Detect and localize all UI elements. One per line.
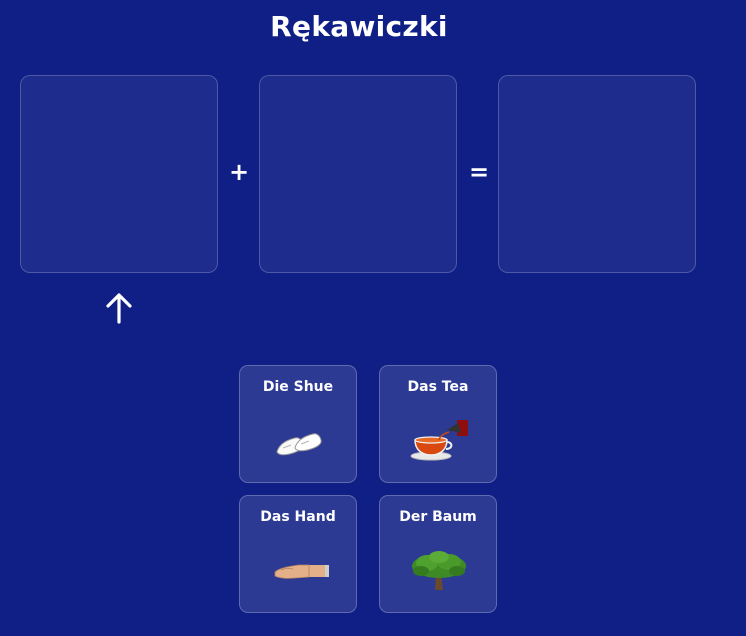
card-label: Das Hand — [260, 509, 336, 525]
word-card-shoe[interactable]: Die Shue — [239, 365, 357, 483]
word-card-tree[interactable]: Der Baum — [379, 495, 497, 613]
word-card-hand[interactable]: Das Hand — [239, 495, 357, 613]
equals-operator: = — [468, 158, 490, 186]
equation-slot-1[interactable] — [20, 75, 218, 273]
arrow-up-icon — [106, 293, 132, 324]
hand-icon — [274, 564, 329, 579]
word-card-tea[interactable]: Das Tea — [379, 365, 497, 483]
card-label: Der Baum — [399, 509, 477, 525]
equation-result-slot[interactable] — [498, 75, 696, 273]
card-label: Die Shue — [262, 379, 334, 395]
tea-icon — [410, 420, 468, 461]
equation-slot-2[interactable] — [259, 75, 457, 273]
plus-operator: + — [228, 158, 250, 186]
card-label: Das Tea — [407, 379, 469, 395]
tree-icon — [412, 551, 466, 590]
page-title: Rękawiczki — [270, 10, 448, 43]
shoes-icon — [276, 433, 322, 456]
